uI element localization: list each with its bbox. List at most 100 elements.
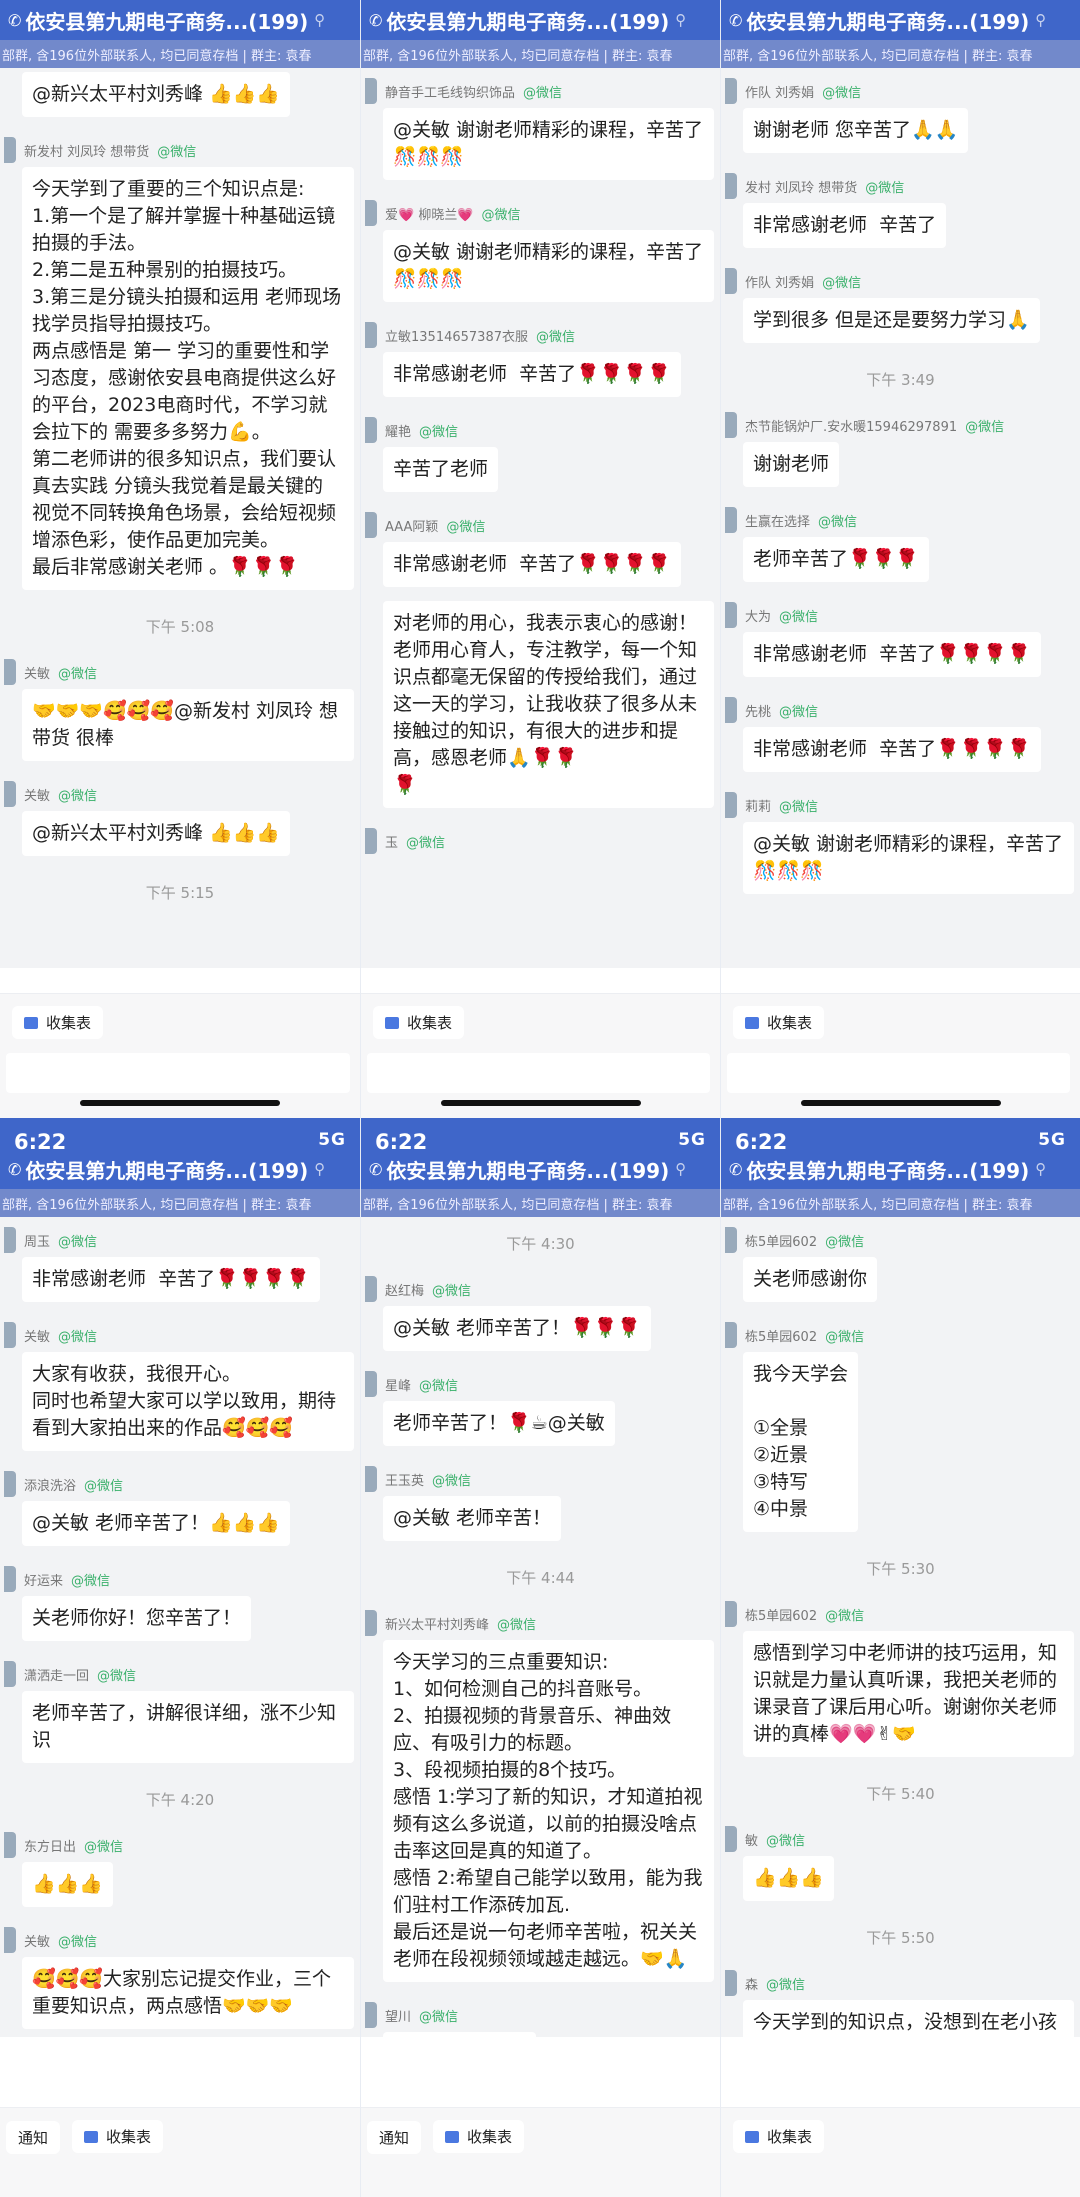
message-list[interactable]: 作队 刘秀娟 @微信 谢谢老师 您辛苦了🙏🙏 发村 刘凤玲 想带货 @微信 非常感谢老师 …: [721, 68, 1080, 968]
message-list[interactable]: @新兴太平村刘秀峰 👍👍👍 新发村 刘凤玲 想带货 @微信 今天学到了重要的三个知识点…: [0, 68, 360, 968]
avatar[interactable]: [365, 78, 377, 104]
message-bubble[interactable]: 老师辛苦了，讲解很详细，涨不少知识: [22, 1691, 354, 1763]
avatar[interactable]: [4, 1832, 16, 1858]
message-bubble[interactable]: 今天学习的三点重要知识: 1、如何检测自己的抖音账号。 2、拍摄视频的背景音乐、…: [383, 1640, 714, 1982]
message-list[interactable]: 下午 4:30 赵红梅 @微信 @关敏 老师辛苦了！🌹🌹🌹 星峰 @微信 老师辛苦了！🌹☕@…: [361, 1217, 720, 2037]
avatar[interactable]: [725, 173, 737, 199]
avatar[interactable]: [4, 1661, 16, 1687]
message-list[interactable]: 静音手工毛线钩织饰品 @微信 @关敏 谢谢老师精彩的课程，辛苦了🎊🎊🎊 爱💗 柳晓兰💗…: [361, 68, 720, 968]
message-bubble[interactable]: @关敏 谢谢老师精彩的课程，辛苦了🎊🎊🎊: [383, 230, 714, 302]
phone-icon[interactable]: ✆: [729, 11, 742, 30]
message-bubble[interactable]: 谢谢老师: [743, 442, 840, 487]
notify-chip[interactable]: 通知: [6, 2120, 61, 2154]
phone-icon[interactable]: ✆: [729, 1160, 742, 1179]
message-list[interactable]: 栋5单园602 @微信 关老师感谢你 栋5单园602 @微信 我今天学会 ①全景 ②近景 …: [721, 1217, 1080, 2037]
message-bubble[interactable]: 非常感谢老师 辛苦了🌹🌹🌹🌹: [743, 632, 1041, 677]
message-bubble[interactable]: 非常感谢老师 辛苦了: [743, 203, 947, 248]
message-row: @关敏 谢谢老师精彩的课程，辛苦了🎊🎊🎊: [723, 822, 1074, 894]
avatar[interactable]: [725, 1970, 737, 1996]
avatar[interactable]: [4, 1927, 16, 1953]
form-chip[interactable]: 收集表: [373, 1006, 465, 1039]
avatar[interactable]: [365, 1610, 377, 1636]
avatar[interactable]: [4, 1566, 16, 1592]
chat-header[interactable]: ✆ 依安县第九期电子商务...(199) ⚲: [361, 0, 720, 40]
avatar[interactable]: [725, 507, 737, 533]
avatar[interactable]: [4, 1471, 16, 1497]
message-bubble[interactable]: @关敏 谢谢老师精彩的课程，辛苦了🎊🎊🎊: [383, 108, 714, 180]
chat-header[interactable]: ✆ 依安县第九期电子商务...(199) ⚲: [0, 1149, 360, 1189]
message-bubble[interactable]: @关敏 老师辛苦了！👍👍👍: [22, 1501, 291, 1546]
phone-icon[interactable]: ✆: [8, 1160, 21, 1179]
chat-header[interactable]: ✆ 依安县第九期电子商务...(199) ⚲: [721, 1149, 1080, 1189]
avatar[interactable]: [365, 1466, 377, 1492]
message-bubble[interactable]: 关老师感谢你: [743, 1257, 878, 1302]
message-bubble[interactable]: 我今天学会 ①全景 ②近景 ③特写 ④中景: [743, 1352, 859, 1532]
avatar[interactable]: [365, 828, 377, 854]
message-bubble[interactable]: 今天学到的知识点，没想到在老小孩砍甘蔗几秒视频里能全用上了，这是我以前没想到的。…: [743, 2000, 1074, 2037]
message-bubble[interactable]: 学到很多 但是还是要努力学习🙏: [743, 298, 1040, 343]
avatar[interactable]: [725, 697, 737, 723]
message-bubble[interactable]: 大家有收获，我很开心。 同时也希望大家可以学以致用，期待看到大家拍出来的作品🥰🥰…: [22, 1352, 354, 1451]
form-chip[interactable]: 收集表: [433, 2120, 525, 2153]
message-bubble[interactable]: 老师辛苦了！🌹☕@关敏: [383, 1401, 615, 1446]
notify-chip[interactable]: 通知: [367, 2120, 422, 2154]
message-bubble[interactable]: 老师辛苦了谢谢: [383, 2032, 537, 2037]
message-bubble[interactable]: 辛苦了老师: [383, 447, 499, 492]
form-chip[interactable]: 收集表: [733, 2120, 825, 2153]
message-input[interactable]: [367, 1053, 710, 1093]
message-bubble[interactable]: @关敏 老师辛苦了！🌹🌹🌹: [383, 1306, 652, 1351]
avatar[interactable]: [725, 1322, 737, 1348]
message-bubble[interactable]: 👍👍👍: [22, 1862, 113, 1907]
message-sender: 赵红梅 @微信: [361, 1270, 720, 1306]
message-bubble[interactable]: @关敏 谢谢老师精彩的课程，辛苦了🎊🎊🎊: [743, 822, 1074, 894]
avatar[interactable]: [365, 417, 377, 443]
avatar[interactable]: [725, 1826, 737, 1852]
phone-icon[interactable]: ✆: [8, 11, 21, 30]
message-bubble[interactable]: 谢谢老师 您辛苦了🙏🙏: [743, 108, 969, 153]
message-input[interactable]: [727, 1053, 1070, 1093]
message-bubble[interactable]: 非常感谢老师 辛苦了🌹🌹🌹🌹: [383, 352, 681, 397]
avatar[interactable]: [725, 792, 737, 818]
message-bubble[interactable]: @新兴太平村刘秀峰 👍👍👍: [22, 72, 291, 117]
chat-header[interactable]: ✆ 依安县第九期电子商务...(199) ⚲: [0, 0, 360, 40]
avatar[interactable]: [725, 412, 737, 438]
message-bubble[interactable]: 👍👍👍: [743, 1856, 834, 1901]
message-bubble[interactable]: 🤝🤝🤝🥰🥰🥰@新发村 刘凤玲 想带货 很棒: [22, 689, 354, 761]
message-bubble[interactable]: 老师辛苦了🌹🌹🌹: [743, 537, 929, 582]
avatar[interactable]: [365, 1371, 377, 1397]
message-bubble[interactable]: 🥰🥰🥰大家别忘记提交作业，三个重要知识点，两点感悟🤝🤝🤝: [22, 1957, 354, 2029]
avatar[interactable]: [4, 1227, 16, 1253]
message-input[interactable]: [6, 1053, 350, 1093]
message-bubble[interactable]: @关敏 老师辛苦！: [383, 1496, 562, 1541]
form-chip[interactable]: 收集表: [733, 1006, 825, 1039]
avatar[interactable]: [4, 1322, 16, 1348]
message-bubble[interactable]: 对老师的用心，我表示衷心的感谢！老师用心育人，专注教学，每一个知识点都毫无保留的…: [383, 601, 714, 808]
avatar[interactable]: [4, 659, 16, 685]
message-bubble[interactable]: @新兴太平村刘秀峰 👍👍👍: [22, 811, 291, 856]
message-bubble[interactable]: 感悟到学习中老师讲的技巧运用，知识就是力量认真听课，我把关老师的课录音了课后用心…: [743, 1631, 1074, 1757]
avatar[interactable]: [365, 2002, 377, 2028]
phone-icon[interactable]: ✆: [369, 11, 382, 30]
avatar[interactable]: [4, 781, 16, 807]
chat-header[interactable]: ✆ 依安县第九期电子商务...(199) ⚲: [721, 0, 1080, 40]
chat-header[interactable]: ✆ 依安县第九期电子商务...(199) ⚲: [361, 1149, 720, 1189]
form-chip[interactable]: 收集表: [72, 2120, 164, 2153]
avatar[interactable]: [365, 200, 377, 226]
phone-icon[interactable]: ✆: [369, 1160, 382, 1179]
avatar[interactable]: [725, 602, 737, 628]
avatar[interactable]: [365, 322, 377, 348]
avatar[interactable]: [725, 1601, 737, 1627]
avatar[interactable]: [725, 78, 737, 104]
message-bubble[interactable]: 非常感谢老师 辛苦了🌹🌹🌹🌹: [743, 727, 1041, 772]
avatar[interactable]: [4, 137, 16, 163]
message-bubble[interactable]: 今天学到了重要的三个知识点是: 1.第一个是了解并掌握十种基础运镜拍摄的手法。 …: [22, 167, 354, 590]
avatar[interactable]: [725, 1227, 737, 1253]
avatar[interactable]: [365, 512, 377, 538]
message-bubble[interactable]: 关老师你好！您辛苦了！: [22, 1596, 252, 1641]
form-chip[interactable]: 收集表: [12, 1006, 104, 1039]
message-bubble[interactable]: 非常感谢老师 辛苦了🌹🌹🌹🌹: [22, 1257, 320, 1302]
message-list[interactable]: 周玉 @微信 非常感谢老师 辛苦了🌹🌹🌹🌹 关敏 @微信 大家有收获，我很开心。 同时也希…: [0, 1217, 360, 2037]
message-bubble[interactable]: 非常感谢老师 辛苦了🌹🌹🌹🌹: [383, 542, 681, 587]
avatar[interactable]: [365, 1276, 377, 1302]
avatar[interactable]: [725, 268, 737, 294]
